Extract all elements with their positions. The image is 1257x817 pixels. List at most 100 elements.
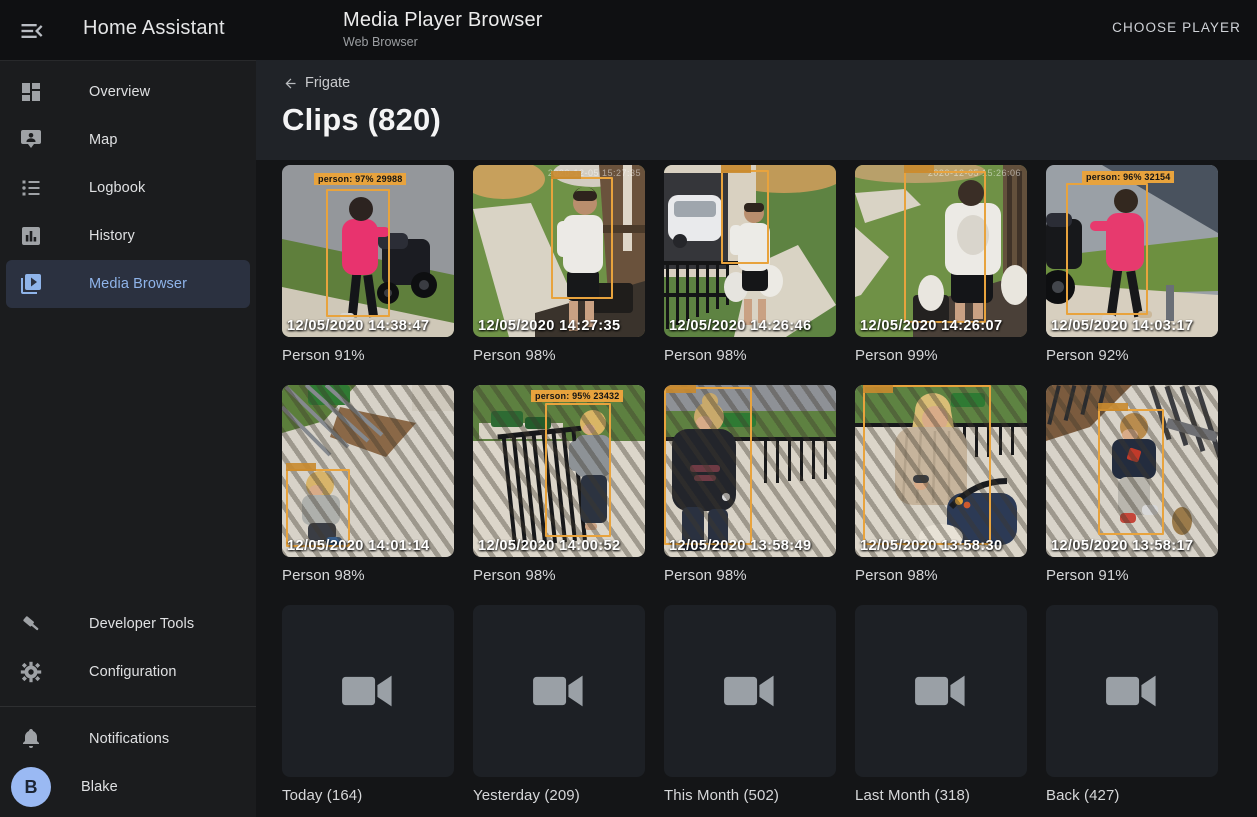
play-box-multiple-icon bbox=[19, 272, 43, 296]
detection-box bbox=[326, 189, 390, 317]
clip-thumbnail: 12/05/2020 14:01:14 bbox=[282, 385, 454, 557]
detection-box bbox=[1098, 409, 1164, 535]
clip-timestamp: 12/05/2020 13:58:17 bbox=[1051, 537, 1193, 554]
clip-timestamp: 12/05/2020 14:26:46 bbox=[669, 317, 811, 334]
clip-card[interactable]: 2020-12-05 15:27:35 12/05/2020 14:27:35 … bbox=[473, 165, 645, 364]
detection-label bbox=[1098, 403, 1128, 411]
clip-thumbnail: person: 95% 23432 12/05/2020 14:00:52 bbox=[473, 385, 645, 557]
detection-box bbox=[863, 385, 991, 545]
sidebar-item-media-browser[interactable]: Media Browser bbox=[6, 260, 250, 308]
tooltip-account-icon bbox=[19, 128, 43, 152]
clip-caption: Person 92% bbox=[1046, 347, 1218, 364]
detection-label bbox=[721, 165, 751, 173]
page-title: Media Player Browser bbox=[343, 9, 543, 32]
clip-card[interactable]: person: 97% 29988 12/05/2020 14:38:47 Pe… bbox=[282, 165, 454, 364]
clip-card[interactable]: person: 96% 32154 12/05/2020 14:03:17 Pe… bbox=[1046, 165, 1218, 364]
folder-label: Last Month (318) bbox=[855, 787, 1027, 804]
clip-thumbnail: 12/05/2020 13:58:30 bbox=[855, 385, 1027, 557]
sidebar-item-developer-tools[interactable]: Developer Tools bbox=[6, 600, 250, 648]
sidebar-item-map[interactable]: Map bbox=[6, 116, 250, 164]
detection-label: person: 95% 23432 bbox=[531, 390, 623, 402]
sidebar-item-configuration[interactable]: Configuration bbox=[6, 648, 250, 696]
clip-timestamp: 12/05/2020 14:01:14 bbox=[287, 537, 429, 554]
choose-player-button[interactable]: CHOOSE PLAYER bbox=[1112, 20, 1241, 35]
detection-label bbox=[904, 165, 934, 173]
clip-thumbnail: 12/05/2020 14:26:46 bbox=[664, 165, 836, 337]
folder-card-last-month[interactable]: Last Month (318) bbox=[855, 605, 1027, 804]
clip-card[interactable]: 12/05/2020 13:58:17 Person 91% bbox=[1046, 385, 1218, 584]
detection-box bbox=[286, 469, 350, 547]
clip-card[interactable]: 12/05/2020 14:26:46 Person 98% bbox=[664, 165, 836, 364]
breadcrumb-back[interactable]: Frigate bbox=[283, 75, 350, 91]
clip-timestamp: 12/05/2020 13:58:30 bbox=[860, 537, 1002, 554]
sidebar-item-overview[interactable]: Overview bbox=[6, 68, 250, 116]
clip-timestamp: 12/05/2020 14:27:35 bbox=[478, 317, 620, 334]
detection-box bbox=[551, 177, 613, 299]
folder-label: Back (427) bbox=[1046, 787, 1218, 804]
clip-caption: Person 98% bbox=[473, 347, 645, 364]
dashboard-icon bbox=[19, 80, 43, 104]
chart-box-icon bbox=[19, 224, 43, 248]
clip-thumbnail: 12/05/2020 13:58:17 bbox=[1046, 385, 1218, 557]
video-icon bbox=[526, 669, 592, 713]
clip-timestamp: 12/05/2020 14:03:17 bbox=[1051, 317, 1193, 334]
menu-open-icon[interactable] bbox=[18, 17, 46, 43]
clip-caption: Person 98% bbox=[664, 567, 836, 584]
clip-thumbnail: person: 97% 29988 12/05/2020 14:38:47 bbox=[282, 165, 454, 337]
clip-caption: Person 98% bbox=[855, 567, 1027, 584]
clip-caption: Person 91% bbox=[282, 347, 454, 364]
folder-card-this-month[interactable]: This Month (502) bbox=[664, 605, 836, 804]
video-icon bbox=[717, 669, 783, 713]
detection-box bbox=[904, 171, 986, 323]
clip-card[interactable]: 12/05/2020 13:58:30 Person 98% bbox=[855, 385, 1027, 584]
clip-thumbnail: 2020-12-05 15:26:06 12/05/2020 14:26:07 bbox=[855, 165, 1027, 337]
clip-timestamp: 12/05/2020 14:00:52 bbox=[478, 537, 620, 554]
folder-card-back[interactable]: Back (427) bbox=[1046, 605, 1218, 804]
folder-label: Yesterday (209) bbox=[473, 787, 645, 804]
folder-thumbnail bbox=[664, 605, 836, 777]
clip-thumbnail: 2020-12-05 15:27:35 12/05/2020 14:27:35 bbox=[473, 165, 645, 337]
page-subtitle: Web Browser bbox=[343, 35, 543, 49]
clip-timestamp: 12/05/2020 14:26:07 bbox=[860, 317, 1002, 334]
folder-thumbnail bbox=[282, 605, 454, 777]
media-browser-header: Frigate Clips (820) bbox=[256, 60, 1257, 160]
folder-thumbnail bbox=[1046, 605, 1218, 777]
clip-timestamp: 12/05/2020 14:38:47 bbox=[287, 317, 429, 334]
bell-icon bbox=[19, 727, 43, 751]
sidebar-item-logbook[interactable]: Logbook bbox=[6, 164, 250, 212]
sidebar: Overview Map Logbook bbox=[0, 60, 256, 817]
clip-caption: Person 98% bbox=[664, 347, 836, 364]
detection-box bbox=[1066, 183, 1148, 315]
page-heading: Clips (820) bbox=[282, 102, 441, 138]
clip-card[interactable]: 12/05/2020 13:58:49 Person 98% bbox=[664, 385, 836, 584]
detection-box bbox=[721, 170, 769, 264]
hammer-icon bbox=[19, 612, 43, 636]
sidebar-divider bbox=[0, 706, 256, 707]
back-arrow-icon bbox=[283, 76, 298, 91]
folder-thumbnail bbox=[473, 605, 645, 777]
folder-card-today[interactable]: Today (164) bbox=[282, 605, 454, 804]
video-icon bbox=[1099, 669, 1165, 713]
folder-label: Today (164) bbox=[282, 787, 454, 804]
folder-card-yesterday[interactable]: Yesterday (209) bbox=[473, 605, 645, 804]
list-bulleted-icon bbox=[19, 176, 43, 200]
app-bar: Home Assistant Media Player Browser Web … bbox=[0, 0, 1257, 60]
clip-card[interactable]: person: 95% 23432 12/05/2020 14:00:52 Pe… bbox=[473, 385, 645, 584]
detection-label: person: 96% 32154 bbox=[1082, 171, 1174, 183]
folder-label: This Month (502) bbox=[664, 787, 836, 804]
video-icon bbox=[335, 669, 401, 713]
app-title: Home Assistant bbox=[83, 17, 225, 40]
clip-card[interactable]: 2020-12-05 15:26:06 12/05/2020 14:26:07 … bbox=[855, 165, 1027, 364]
sidebar-item-history[interactable]: History bbox=[6, 212, 250, 260]
clip-caption: Person 98% bbox=[473, 567, 645, 584]
detection-label bbox=[863, 385, 893, 393]
avatar: B bbox=[11, 767, 51, 807]
detection-box bbox=[545, 403, 611, 537]
clip-caption: Person 99% bbox=[855, 347, 1027, 364]
detection-label bbox=[286, 463, 316, 471]
sidebar-item-user[interactable]: B Blake bbox=[6, 763, 250, 811]
sidebar-item-notifications[interactable]: Notifications bbox=[6, 715, 250, 763]
clip-caption: Person 98% bbox=[282, 567, 454, 584]
clip-timestamp: 12/05/2020 13:58:49 bbox=[669, 537, 811, 554]
clip-card[interactable]: 12/05/2020 14:01:14 Person 98% bbox=[282, 385, 454, 584]
